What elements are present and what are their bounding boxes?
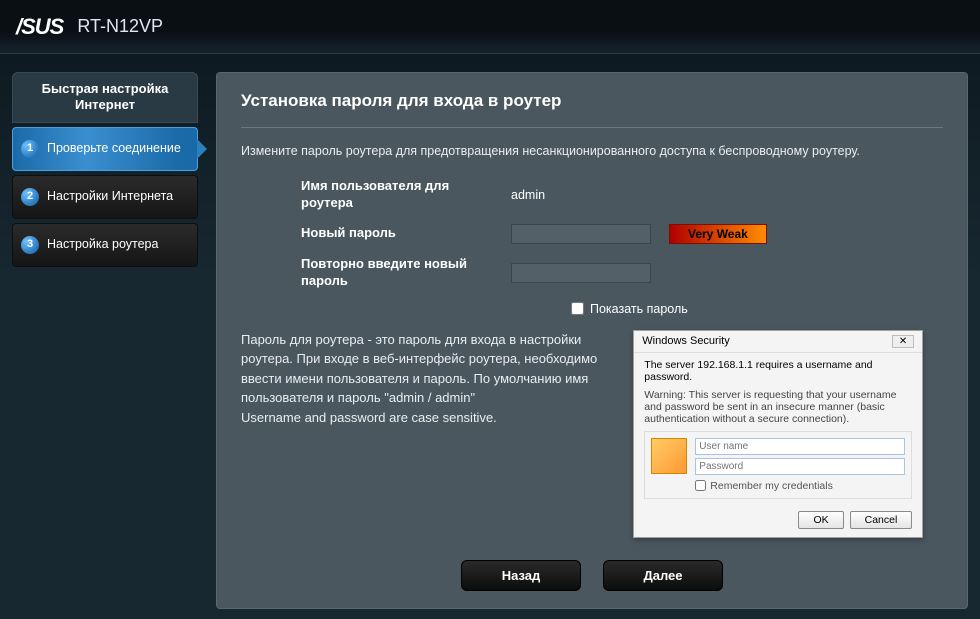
- back-button[interactable]: Назад: [461, 560, 581, 591]
- step-badge-3: 3: [21, 236, 39, 254]
- sidebar: Быстрая настройка Интернет 1 Проверьте с…: [12, 72, 198, 609]
- step-badge-2: 2: [21, 188, 39, 206]
- windows-security-dialog: Windows Security ✕ The server 192.168.1.…: [633, 330, 923, 538]
- model-label: RT-N12VP: [77, 16, 163, 37]
- dialog-username-input[interactable]: [695, 438, 905, 455]
- sidebar-item-label: Проверьте соединение: [47, 141, 181, 157]
- sidebar-item-check-connection[interactable]: 1 Проверьте соединение: [12, 127, 198, 171]
- info-text: Пароль для роутера - это пароль для вход…: [241, 330, 615, 428]
- close-icon[interactable]: ✕: [892, 335, 914, 348]
- main-panel: Установка пароля для входа в роутер Изме…: [216, 72, 968, 609]
- dialog-title: Windows Security: [642, 335, 729, 348]
- brand-logo: /SUS: [16, 14, 63, 40]
- sidebar-item-label: Настройка роутера: [47, 237, 158, 253]
- username-value: admin: [511, 188, 545, 202]
- page-title: Установка пароля для входа в роутер: [241, 91, 943, 111]
- divider: [241, 127, 943, 128]
- info-text-line2: Username and password are case sensitive…: [241, 408, 615, 428]
- retype-password-input[interactable]: [511, 263, 651, 283]
- remember-checkbox[interactable]: [695, 480, 706, 491]
- page-description: Измените пароль роутера для предотвращен…: [241, 144, 943, 158]
- step-badge-1: 1: [21, 140, 39, 158]
- show-password-checkbox[interactable]: [571, 302, 584, 315]
- dialog-cancel-button[interactable]: Cancel: [850, 511, 913, 529]
- password-form: Имя пользователя для роутера admin Новый…: [241, 178, 943, 316]
- sidebar-title: Быстрая настройка Интернет: [12, 72, 198, 123]
- password-strength-badge: Very Weak: [669, 224, 767, 244]
- avatar-icon: [651, 438, 687, 474]
- new-password-label: Новый пароль: [301, 225, 501, 242]
- new-password-input[interactable]: [511, 224, 651, 244]
- username-label: Имя пользователя для роутера: [301, 178, 501, 212]
- header-bar: /SUS RT-N12VP: [0, 0, 980, 54]
- remember-label: Remember my credentials: [710, 480, 833, 492]
- dialog-password-input[interactable]: [695, 458, 905, 475]
- dialog-server-msg: The server 192.168.1.1 requires a userna…: [644, 359, 912, 383]
- dialog-warning: Warning: This server is requesting that …: [644, 389, 912, 425]
- dialog-ok-button[interactable]: OK: [798, 511, 843, 529]
- info-text-line1: Пароль для роутера - это пароль для вход…: [241, 330, 615, 408]
- retype-password-label: Повторно введите новый пароль: [301, 256, 501, 290]
- sidebar-item-label: Настройки Интернета: [47, 189, 173, 205]
- show-password-label: Показать пароль: [590, 302, 688, 316]
- next-button[interactable]: Далее: [603, 560, 723, 591]
- sidebar-item-internet-settings[interactable]: 2 Настройки Интернета: [12, 175, 198, 219]
- sidebar-item-router-settings[interactable]: 3 Настройка роутера: [12, 223, 198, 267]
